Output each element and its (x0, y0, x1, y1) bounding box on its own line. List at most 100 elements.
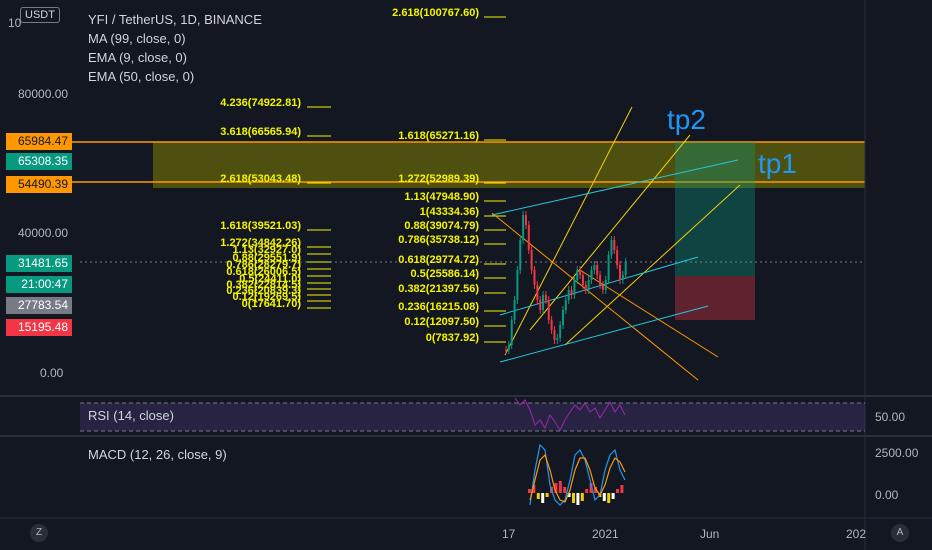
candle-body (624, 262, 627, 275)
macd-bar (572, 493, 575, 503)
auto-scale-button[interactable]: A (891, 524, 909, 542)
tp2-label: tp2 (667, 104, 706, 135)
candle-body (619, 265, 621, 280)
candle-body (539, 300, 542, 310)
candle-body (601, 285, 604, 290)
candle-body (613, 240, 616, 250)
macd-bar (576, 493, 580, 505)
candle-body (581, 275, 584, 285)
candle-body (550, 320, 553, 330)
fib-label-lower: 0(7837.92) (426, 332, 480, 344)
price-tag: 15195.48 (6, 319, 72, 336)
rsi-label[interactable]: RSI (14, close) (88, 408, 174, 423)
fib-label-upper: 4.236(74922.81) (220, 97, 301, 109)
price-tag: 31481.65 (6, 255, 72, 272)
symbol-title[interactable]: YFI / TetherUS, 1D, BINANCE (88, 10, 262, 29)
position-profit-zone (675, 142, 755, 276)
fib-label-upper: 2.618(53043.48) (220, 173, 301, 185)
fib-label-lower: 1(43334.36) (420, 206, 480, 218)
fib-label-lower: 1.618(65271.16) (398, 130, 479, 142)
candle-body (584, 285, 587, 290)
candle-body (607, 255, 610, 280)
fib-label-lower: 0.382(21397.56) (398, 283, 479, 295)
time-tick-17: 17 (502, 527, 516, 541)
price-tag: 27783.54 (6, 297, 72, 314)
candle-body (524, 215, 527, 225)
candle-body (516, 270, 519, 300)
candle-body (547, 300, 550, 320)
macd-bar (541, 493, 545, 503)
candle-body (576, 270, 579, 280)
fib-label-lower: 1.272(52989.39) (398, 173, 479, 185)
currency-button[interactable]: USDT (20, 7, 60, 23)
position-loss-zone (675, 276, 755, 320)
price-tick-80000: 80000.00 (18, 87, 69, 101)
macd-bar (580, 493, 584, 501)
macd-bar (528, 489, 531, 493)
fib-label-lower: 0.12(12097.50) (404, 316, 479, 328)
fib-label-lower: 0.618(29774.72) (398, 254, 479, 266)
macd-axis-0: 0.00 (875, 488, 899, 502)
fib-label-lower: 0.786(35738.12) (398, 234, 479, 246)
cyan-channel-middle (499, 256, 699, 316)
macd-label[interactable]: MACD (12, 26, close, 9) (88, 447, 227, 462)
candle-body (596, 265, 599, 275)
macd-bar (620, 485, 624, 493)
candle-body (530, 250, 533, 270)
macd-bar (616, 489, 619, 493)
candle-body (553, 330, 556, 340)
tp1-label: tp1 (758, 148, 797, 179)
macd-bar (545, 493, 549, 497)
candle-body (505, 350, 507, 351)
candle-body (559, 325, 562, 338)
time-tick-202x: 202 (846, 527, 867, 541)
indicator-ema50[interactable]: EMA (50, close, 0) (88, 67, 262, 86)
candle-body (510, 320, 513, 345)
cyan-channel-lower (499, 305, 709, 363)
candle-body (522, 215, 525, 240)
fib-label-upper: 0(17641.70) (242, 298, 302, 310)
candle-body (519, 240, 522, 270)
price-tag: 54490.39 (6, 176, 72, 193)
candle-body (513, 300, 516, 320)
candle-body (610, 240, 613, 255)
price-tick-0: 0.00 (40, 366, 64, 380)
candle-body (570, 290, 573, 295)
candle-body (590, 270, 593, 280)
candle-body (527, 225, 530, 250)
candle-body (621, 275, 624, 280)
macd-histogram (528, 481, 624, 505)
candle-body (544, 295, 547, 300)
rsi-axis-50: 50.00 (875, 410, 906, 424)
indicator-ema9[interactable]: EMA (9, close, 0) (88, 48, 262, 67)
fib-label-lower: 0.236(16215.08) (398, 301, 479, 313)
fib-label-lower: 0.5(25586.14) (411, 268, 480, 280)
candle-body (593, 265, 596, 270)
fib-label-upper: 1.618(39521.03) (220, 220, 301, 232)
macd-bar (611, 493, 615, 499)
candle-body (507, 345, 510, 350)
macd-bar (558, 481, 562, 493)
time-tick-jun: Jun (700, 527, 720, 541)
candle-body (533, 270, 536, 285)
log-scale-button[interactable]: Z (30, 524, 48, 542)
chart-legend: YFI / TetherUS, 1D, BINANCE MA (99, clos… (88, 10, 262, 86)
time-tick-2021: 2021 (592, 527, 619, 541)
candle-body (542, 295, 545, 310)
macd-bar (602, 493, 606, 501)
indicator-ma99[interactable]: MA (99, close, 0) (88, 29, 262, 48)
candle-body (579, 270, 582, 275)
fib-label-upper: 2.618(100767.60) (392, 7, 479, 19)
candle-body (562, 310, 564, 325)
candle-body (564, 300, 567, 310)
rsi-band (80, 403, 865, 431)
candle-body (616, 250, 619, 265)
macd-bar (536, 493, 540, 499)
price-tick-40000: 40000.00 (18, 226, 69, 240)
macd-axis-2500: 2500.00 (875, 446, 919, 460)
candle-body (599, 275, 602, 285)
fib-label-upper: 3.618(66565.94) (220, 126, 301, 138)
candle-body (573, 280, 576, 295)
candle-body (567, 290, 570, 300)
fib-label-lower: 0.88(39074.79) (404, 220, 479, 232)
